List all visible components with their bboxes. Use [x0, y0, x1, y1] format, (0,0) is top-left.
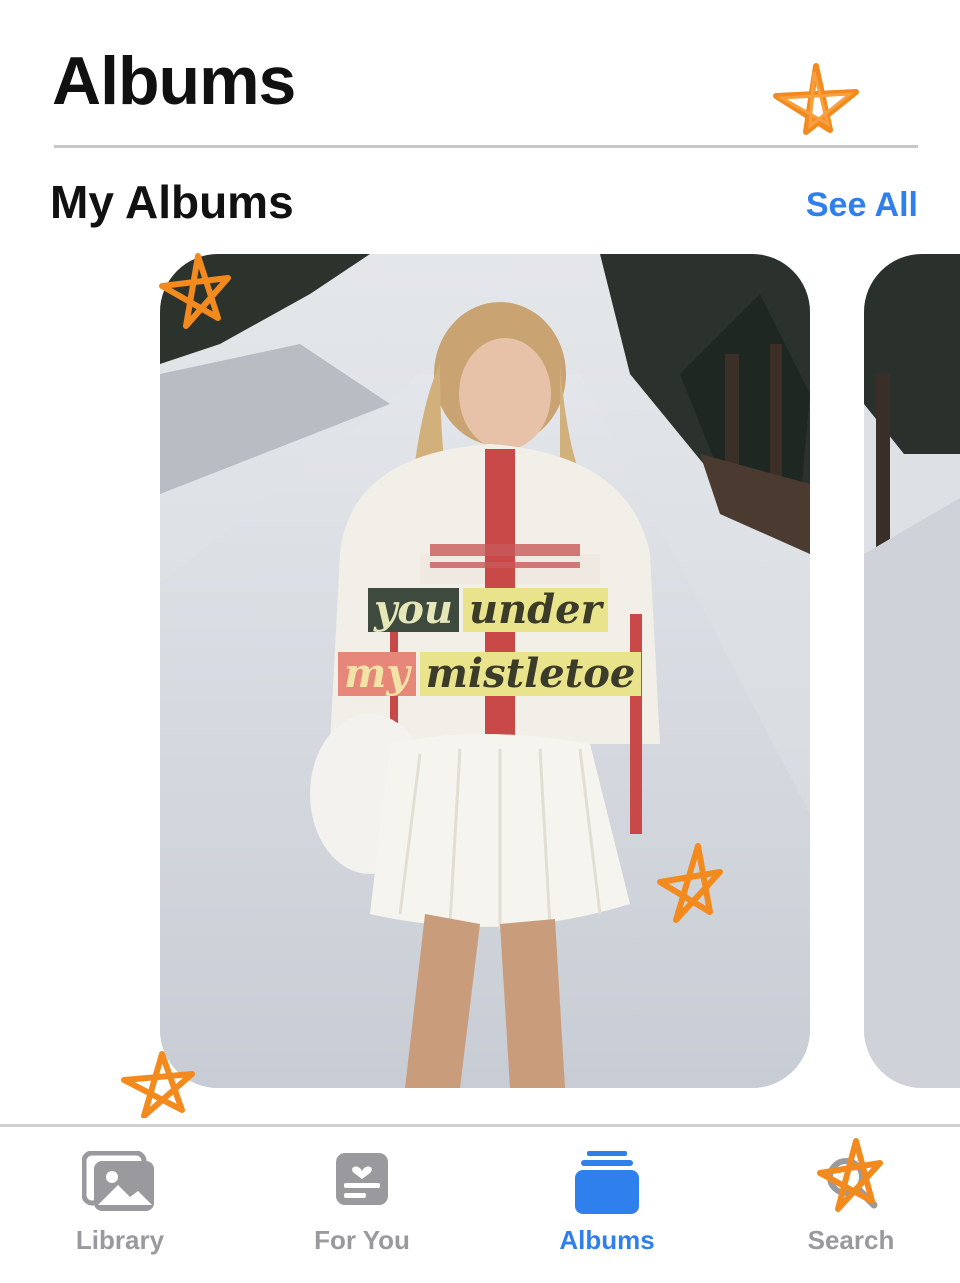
section-title: My Albums	[50, 176, 294, 228]
star-doodle-icon	[121, 1051, 195, 1118]
album-card[interactable]: you under my mistletoe	[160, 254, 810, 1088]
tab-for-you[interactable]: For You	[242, 1127, 482, 1283]
caption-word: my	[338, 652, 416, 696]
tab-bar: Library For You Albums Search	[0, 1124, 960, 1283]
tab-label: Library	[75, 1225, 165, 1255]
tab-search[interactable]: Search	[731, 1127, 960, 1283]
star-doodle-icon	[159, 253, 231, 329]
albums-stack-icon	[575, 1151, 639, 1214]
tab-albums[interactable]: Albums	[487, 1127, 727, 1283]
next-album-cover-photo	[864, 254, 960, 1088]
caption-word: mistletoe	[419, 652, 642, 696]
for-you-icon	[336, 1153, 388, 1205]
tab-label: Search	[807, 1225, 895, 1255]
page-title: Albums	[52, 43, 296, 119]
caption-line-1: you under	[368, 588, 608, 632]
tab-label: Albums	[559, 1225, 655, 1255]
star-doodle-icon	[657, 843, 723, 923]
next-album-card[interactable]	[864, 254, 960, 1088]
photo-library-icon	[82, 1151, 154, 1211]
caption-word: you	[368, 588, 460, 632]
search-icon	[817, 1138, 883, 1212]
tab-library[interactable]: Library	[0, 1127, 240, 1283]
see-all-link[interactable]: See All	[806, 186, 918, 225]
caption-line-2: my mistletoe	[338, 652, 642, 696]
tab-label: For You	[314, 1225, 410, 1255]
caption-word: under	[463, 588, 608, 632]
divider	[54, 145, 918, 148]
star-doodle-icon	[773, 63, 859, 135]
